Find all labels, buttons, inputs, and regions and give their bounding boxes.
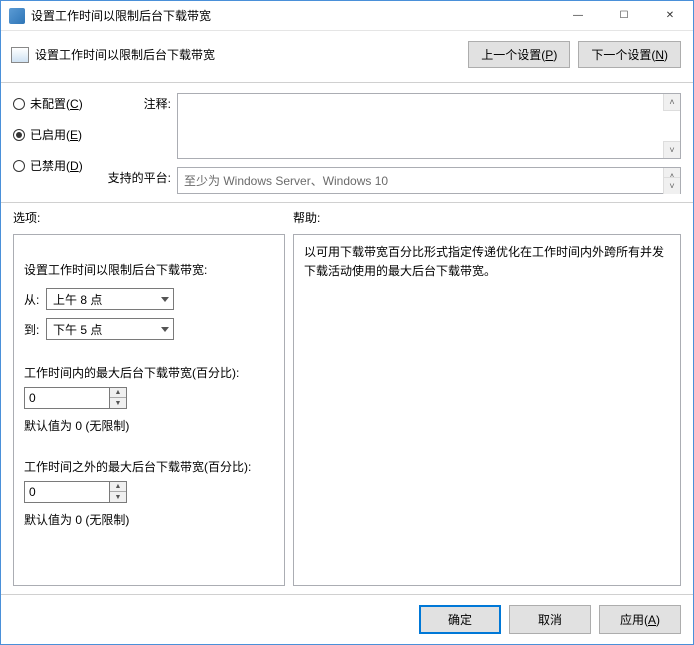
help-panel: 以可用下载带宽百分比形式指定传递优化在工作时间内外跨所有并发下载活动使用的最大后… bbox=[293, 234, 681, 586]
out-hours-label: 工作时间之外的最大后台下载带宽(百分比): bbox=[24, 458, 274, 475]
comment-label: 注释: bbox=[105, 93, 177, 112]
help-label: 帮助: bbox=[293, 209, 320, 226]
in-hours-hint: 默认值为 0 (无限制) bbox=[24, 417, 274, 434]
radio-enabled[interactable]: 已启用(E) bbox=[13, 126, 105, 143]
spinner-buttons: ▲ ▼ bbox=[110, 481, 127, 503]
policy-title: 设置工作时间以限制后台下载带宽 bbox=[35, 46, 460, 63]
platform-label: 支持的平台: bbox=[105, 167, 177, 186]
options-title: 设置工作时间以限制后台下载带宽: bbox=[24, 261, 274, 278]
middle-section: 设置工作时间以限制后台下载带宽: 从: 上午 8 点 到: 下午 5 点 工作时… bbox=[1, 230, 693, 594]
scroll-down-icon[interactable]: ˅ bbox=[663, 141, 680, 158]
to-label: 到: bbox=[24, 321, 46, 338]
radio-icon bbox=[13, 98, 25, 110]
options-label: 选项: bbox=[13, 209, 293, 226]
spin-up-icon[interactable]: ▲ bbox=[110, 388, 126, 398]
from-time-combobox[interactable]: 上午 8 点 bbox=[46, 288, 174, 310]
scroll-down-icon[interactable]: ˅ bbox=[663, 177, 680, 194]
out-hours-input[interactable] bbox=[24, 481, 110, 503]
titlebar: 设置工作时间以限制后台下载带宽 — ☐ ✕ bbox=[1, 1, 693, 31]
from-time-row: 从: 上午 8 点 bbox=[24, 288, 274, 310]
minimize-button[interactable]: — bbox=[555, 1, 601, 30]
radio-disabled[interactable]: 已禁用(D) bbox=[13, 157, 105, 174]
next-setting-button[interactable]: 下一个设置(N) bbox=[578, 41, 681, 68]
to-time-row: 到: 下午 5 点 bbox=[24, 318, 274, 340]
spin-down-icon[interactable]: ▼ bbox=[110, 398, 126, 408]
maximize-button[interactable]: ☐ bbox=[601, 1, 647, 30]
apply-button[interactable]: 应用(A) bbox=[599, 605, 681, 634]
supported-platforms-field: 至少为 Windows Server、Windows 10 ˄ ˅ bbox=[177, 167, 681, 194]
options-panel: 设置工作时间以限制后台下载带宽: 从: 上午 8 点 到: 下午 5 点 工作时… bbox=[13, 234, 285, 586]
scroll-up-icon[interactable]: ˄ bbox=[663, 94, 680, 111]
cancel-button[interactable]: 取消 bbox=[509, 605, 591, 634]
section-labels: 选项: 帮助: bbox=[1, 203, 693, 230]
subheader: 设置工作时间以限制后台下载带宽 上一个设置(P) 下一个设置(N) bbox=[1, 31, 693, 83]
spin-down-icon[interactable]: ▼ bbox=[110, 492, 126, 502]
window-controls: — ☐ ✕ bbox=[555, 1, 693, 30]
radio-not-configured[interactable]: 未配置(C) bbox=[13, 95, 105, 112]
radio-icon bbox=[13, 129, 25, 141]
in-hours-spinner: ▲ ▼ bbox=[24, 387, 274, 409]
in-hours-label: 工作时间内的最大后台下载带宽(百分比): bbox=[24, 364, 274, 381]
close-button[interactable]: ✕ bbox=[647, 1, 693, 30]
spin-up-icon[interactable]: ▲ bbox=[110, 482, 126, 492]
footer: 确定 取消 应用(A) bbox=[1, 594, 693, 644]
spinner-buttons: ▲ ▼ bbox=[110, 387, 127, 409]
out-hours-hint: 默认值为 0 (无限制) bbox=[24, 511, 274, 528]
previous-setting-button[interactable]: 上一个设置(P) bbox=[468, 41, 570, 68]
to-time-combobox[interactable]: 下午 5 点 bbox=[46, 318, 174, 340]
app-icon bbox=[9, 8, 25, 24]
help-text: 以可用下载带宽百分比形式指定传递优化在工作时间内外跨所有并发下载活动使用的最大后… bbox=[304, 243, 670, 281]
state-radio-group: 未配置(C) 已启用(E) 已禁用(D) bbox=[13, 93, 105, 194]
comment-textarea[interactable]: ˄ ˅ bbox=[177, 93, 681, 159]
config-top: 未配置(C) 已启用(E) 已禁用(D) 注释: ˄ ˅ 支持的平台: 至少为 … bbox=[1, 83, 693, 203]
info-column: 注释: ˄ ˅ 支持的平台: 至少为 Windows Server、Window… bbox=[105, 93, 681, 194]
in-hours-input[interactable] bbox=[24, 387, 110, 409]
ok-button[interactable]: 确定 bbox=[419, 605, 501, 634]
window-title: 设置工作时间以限制后台下载带宽 bbox=[31, 7, 555, 24]
out-hours-spinner: ▲ ▼ bbox=[24, 481, 274, 503]
dialog-window: 设置工作时间以限制后台下载带宽 — ☐ ✕ 设置工作时间以限制后台下载带宽 上一… bbox=[0, 0, 694, 645]
policy-icon bbox=[11, 47, 29, 63]
radio-icon bbox=[13, 160, 25, 172]
from-label: 从: bbox=[24, 291, 46, 308]
